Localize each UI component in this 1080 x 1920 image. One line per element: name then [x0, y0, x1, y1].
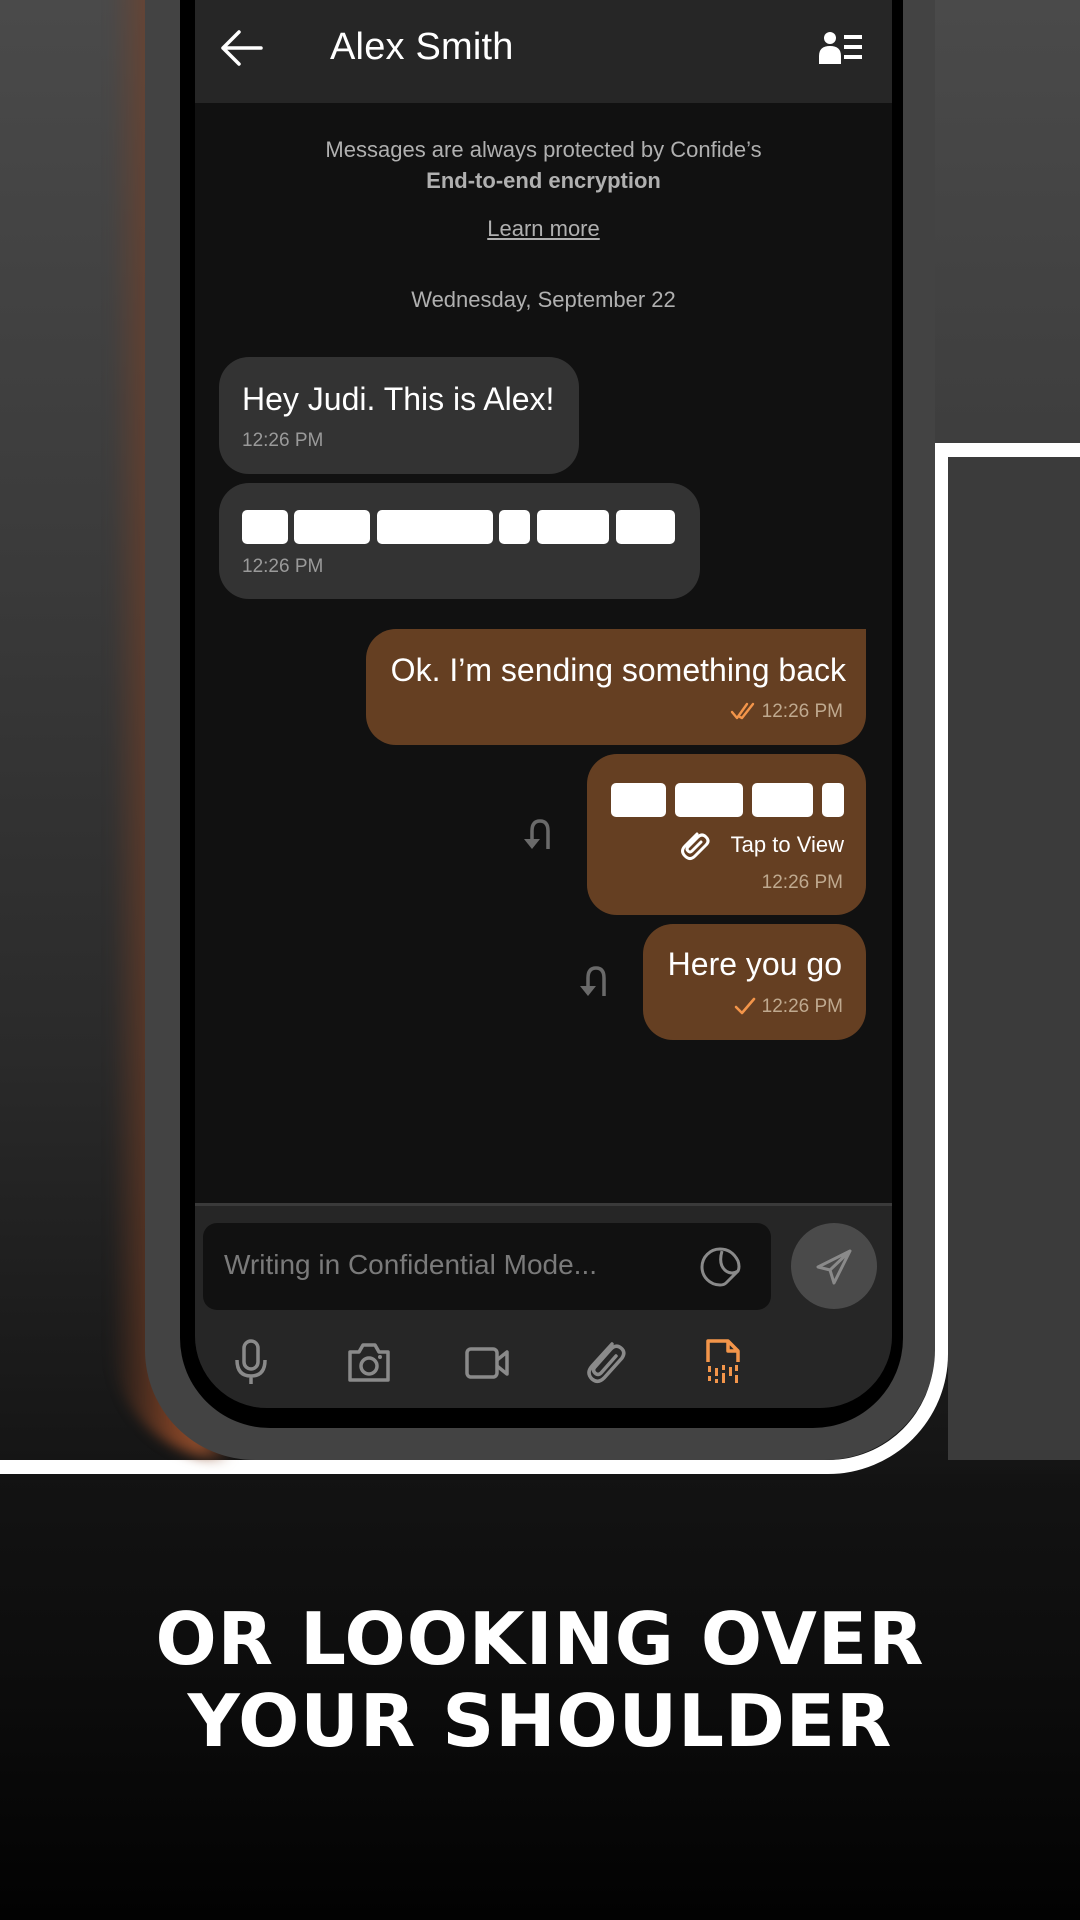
shredded-document-icon[interactable] [700, 1338, 746, 1386]
chat-header: Alex Smith [195, 0, 892, 103]
chat-screen: Alex Smith Messages are always protected… [195, 0, 892, 1408]
message-timestamp: 12:26 PM [761, 872, 843, 893]
redacted-word [822, 783, 844, 817]
message-input[interactable]: Writing in Confidential Mode... [203, 1223, 771, 1310]
background-panel [948, 457, 1080, 1460]
white-frame-top [934, 443, 1080, 457]
message-timestamp: 12:26 PM [761, 996, 843, 1017]
message-timestamp: 12:26 PM [242, 556, 324, 577]
redacted-word [377, 510, 493, 544]
message-bubble-outgoing[interactable]: Ok. I’m sending something back 12:26 PM [366, 629, 866, 745]
message-bubble-incoming[interactable]: Hey Judi. This is Alex! 12:26 PM [219, 357, 579, 474]
headline-line-2: YOUR SHOULDER [187, 1679, 893, 1763]
paperclip-icon [681, 832, 710, 860]
redacted-word [499, 510, 530, 544]
message-text: Hey Judi. This is Alex! [242, 381, 555, 417]
microphone-icon[interactable] [228, 1338, 274, 1386]
message-bubble-outgoing-attachment[interactable]: Tap to View 12:26 PM [587, 754, 866, 915]
paperclip-icon[interactable] [582, 1338, 628, 1386]
date-separator: Wednesday, September 22 [411, 287, 676, 312]
learn-more-link[interactable]: Learn more [487, 216, 600, 241]
check-icon [734, 997, 756, 1015]
redacted-word [675, 783, 743, 817]
redacted-word [616, 510, 675, 544]
redacted-word [752, 783, 813, 817]
contact-list-icon[interactable] [818, 30, 864, 66]
promo-headline: OR LOOKING OVER YOUR SHOULDER [0, 1598, 1080, 1762]
message-timestamp: 12:26 PM [761, 701, 843, 722]
learn-more-wrap: Learn more [195, 216, 892, 242]
unsend-icon[interactable] [578, 964, 614, 1002]
arrow-left-icon[interactable] [217, 28, 265, 68]
redacted-word [611, 783, 666, 817]
video-camera-icon[interactable] [464, 1338, 510, 1386]
message-text: Ok. I’m sending something back [390, 652, 846, 688]
message-bubble-outgoing[interactable]: Here you go 12:26 PM [643, 924, 866, 1040]
camera-icon[interactable] [346, 1338, 392, 1386]
message-bubble-incoming-redacted[interactable]: 12:26 PM [219, 483, 700, 599]
encryption-notice: Messages are always protected by Confide… [325, 137, 762, 162]
unsend-icon[interactable] [522, 817, 558, 855]
headline-line-1: OR LOOKING OVER [155, 1597, 925, 1681]
redacted-word [294, 510, 370, 544]
redacted-word [242, 510, 288, 544]
paper-plane-icon [816, 1249, 852, 1285]
sticker-icon[interactable] [698, 1245, 742, 1289]
composer: Writing in Confidential Mode... [195, 1206, 892, 1408]
redacted-word [537, 510, 609, 544]
message-input-placeholder: Writing in Confidential Mode... [224, 1249, 597, 1280]
message-timestamp: 12:26 PM [242, 430, 324, 451]
message-text: Here you go [667, 946, 842, 982]
contact-name: Alex Smith [330, 26, 514, 68]
send-button[interactable] [791, 1223, 877, 1309]
encryption-notice-bold: End-to-end encryption [426, 168, 661, 193]
tap-to-view-link[interactable]: Tap to View [731, 832, 844, 858]
double-check-icon [730, 702, 755, 720]
